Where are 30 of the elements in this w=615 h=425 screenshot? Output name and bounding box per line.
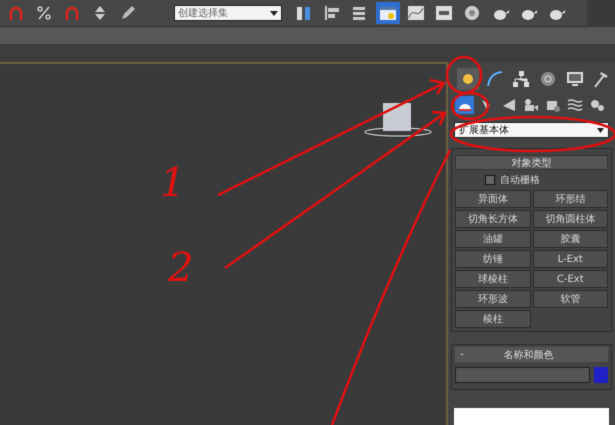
object-button[interactable]: 棱柱 xyxy=(455,310,530,328)
object-button[interactable]: 异面体 xyxy=(455,190,530,208)
object-button[interactable]: 胶囊 xyxy=(532,230,608,248)
annotation-number: 2 xyxy=(168,248,194,288)
wave-icon[interactable] xyxy=(565,96,584,114)
object-button[interactable]: 环形结 xyxy=(532,190,608,208)
window-icon[interactable] xyxy=(376,2,400,24)
object-button[interactable]: 纺锤 xyxy=(455,250,530,268)
object-button[interactable]: 切角长方体 xyxy=(455,210,530,228)
object-button[interactable]: 球棱柱 xyxy=(455,270,530,288)
rollout-header[interactable]: 对象类型 xyxy=(455,155,608,170)
object-button[interactable]: 油罐 xyxy=(455,230,530,248)
checkbox-label: 自动栅格 xyxy=(500,174,540,187)
object-button[interactable]: 切角圆柱体 xyxy=(532,210,608,228)
caret-icon xyxy=(270,10,278,16)
object-button[interactable]: C-Ext xyxy=(532,270,608,288)
caret-icon xyxy=(597,128,604,132)
collapse-sign[interactable]: - xyxy=(455,349,464,360)
rollout-header[interactable]: 名称和颜色 xyxy=(504,348,554,362)
viewcube-drawing xyxy=(363,101,433,137)
object-button[interactable]: 环形波 xyxy=(455,290,530,308)
sun-icon[interactable] xyxy=(457,68,479,90)
annotation-circle xyxy=(446,56,482,94)
object-button[interactable]: 软管 xyxy=(532,290,608,308)
checkbox[interactable] xyxy=(485,175,495,185)
object-button[interactable]: L-Ext xyxy=(532,250,608,268)
selection-set-dropdown[interactable]: 创建选择集 xyxy=(174,5,282,21)
name-field[interactable] xyxy=(455,367,590,383)
annotation-number: 1 xyxy=(160,163,186,203)
color-swatch[interactable] xyxy=(594,367,608,383)
